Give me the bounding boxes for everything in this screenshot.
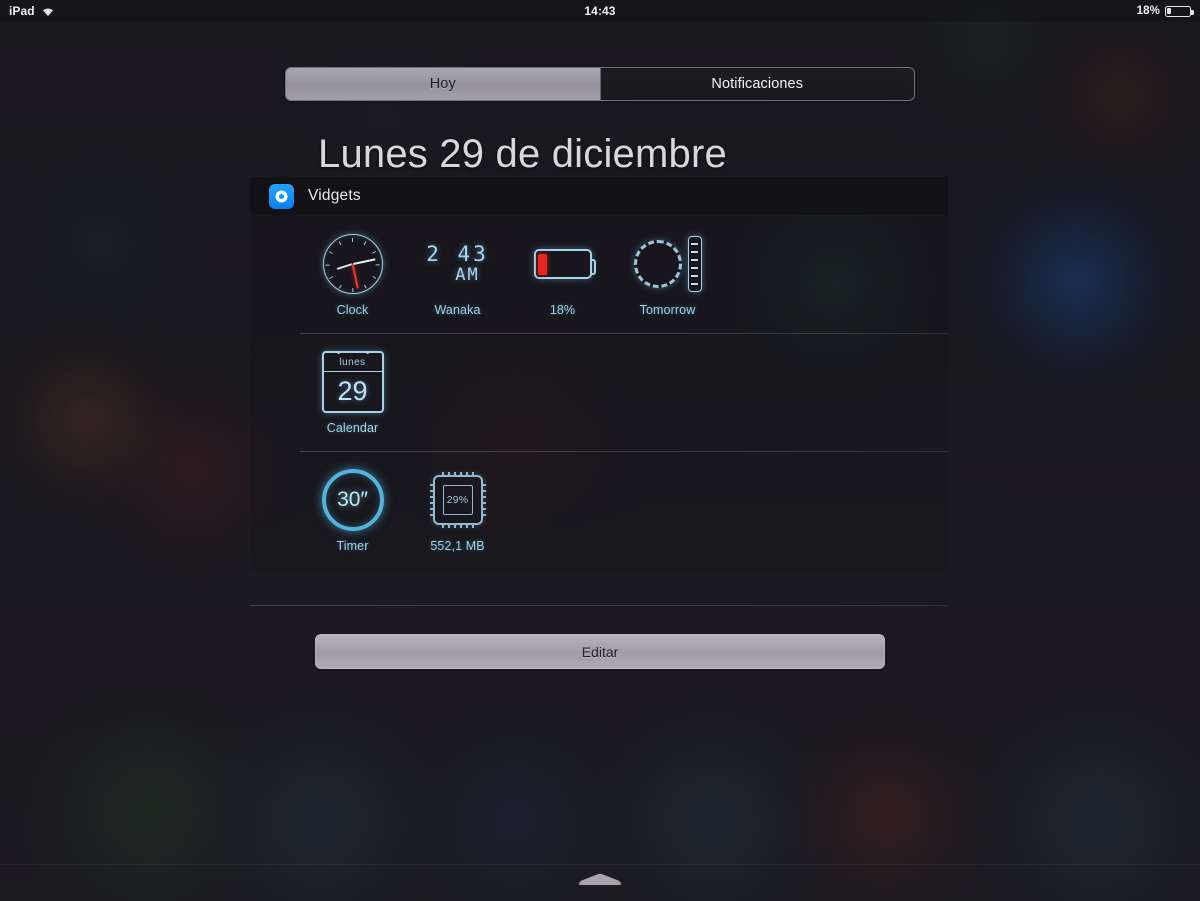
widget-label-tomorrow: Tomorrow — [639, 303, 696, 317]
widget-label-battery: 18% — [549, 303, 576, 317]
calendar-day-number: 29 — [337, 376, 368, 406]
wifi-icon — [41, 6, 55, 17]
battery-outline — [533, 249, 596, 279]
widget-label-timer: Timer — [336, 539, 369, 553]
chip-body: 29% — [429, 472, 486, 528]
battery-level-fill — [538, 253, 547, 275]
wanaka-time: 2 43 — [426, 242, 489, 267]
date-heading: Lunes 29 de diciembre — [318, 132, 727, 176]
digital-clock-icon: 2 43 AM — [426, 233, 489, 295]
chip-pins-left — [429, 484, 434, 516]
status-bar-clock: 14:43 — [584, 4, 616, 18]
ios-notification-center-screen: iPad 14:43 18% Hoy Notificaciones Lunes … — [0, 0, 1200, 901]
widget-tomorrow[interactable]: Tomorrow — [615, 233, 720, 317]
clock-face — [322, 234, 383, 294]
widget-battery[interactable]: 18% — [510, 233, 615, 317]
widget-memory[interactable]: 29% 552,1 MB — [405, 469, 510, 553]
widget-row: lunes 29 Calendar — [250, 333, 948, 451]
battery-percent-label: 18% — [1136, 5, 1160, 17]
vidgets-header[interactable]: Vidgets — [250, 177, 948, 215]
widget-label-clock: Clock — [336, 303, 369, 317]
battery-icon — [1165, 5, 1194, 17]
widget-timer[interactable]: 30″ Timer — [300, 469, 405, 553]
timer-ring: 30″ — [321, 469, 384, 531]
calendar-icon: lunes 29 — [321, 351, 384, 413]
status-bar-left: iPad — [9, 4, 55, 18]
chip-pins-bottom — [441, 524, 474, 528]
clock-hour-hand — [336, 262, 353, 270]
vidgets-app-icon — [269, 183, 294, 209]
chip-icon: 29% — [429, 469, 486, 531]
chip-pins-right — [481, 484, 486, 516]
widget-label-wanaka: Wanaka — [434, 303, 481, 317]
clock-minute-hand — [352, 258, 376, 265]
segmented-control[interactable]: Hoy Notificaciones — [285, 67, 915, 101]
device-label: iPad — [9, 4, 35, 18]
edit-button[interactable]: Editar — [315, 634, 885, 669]
widget-row: 30″ Timer 29% 552,1 MB — [250, 451, 948, 569]
widget-panel: Clock 2 43 AM Wanaka 18% Tomorrow lunes … — [250, 215, 948, 571]
widget-calendar[interactable]: lunes 29 Calendar — [300, 351, 405, 435]
status-bar: iPad 14:43 18% — [0, 0, 1200, 22]
dashed-circle-icon — [633, 240, 682, 288]
grabber-handle[interactable] — [577, 872, 623, 886]
panel-bottom-separator — [250, 605, 948, 606]
chip-pins-top — [441, 472, 474, 476]
widget-label-calendar: Calendar — [326, 421, 379, 435]
calendar-page: lunes 29 — [321, 351, 384, 413]
weather-icon — [633, 233, 702, 295]
timer-icon: 30″ — [321, 469, 384, 531]
wanaka-ampm: AM — [455, 265, 480, 286]
chip-percent: 29% — [442, 485, 473, 515]
calendar-weekday: lunes — [323, 353, 382, 372]
widget-wanaka[interactable]: 2 43 AM Wanaka — [405, 233, 510, 317]
widget-label-memory: 552,1 MB — [430, 539, 485, 553]
battery-icon — [533, 233, 596, 295]
clock-second-hand — [351, 263, 359, 289]
battery-fill — [1167, 7, 1172, 15]
analog-clock-icon — [322, 233, 383, 295]
tab-notificaciones[interactable]: Notificaciones — [599, 68, 914, 100]
widget-clock[interactable]: Clock — [300, 233, 405, 317]
thermometer-icon — [687, 236, 702, 292]
status-bar-right: 18% — [1136, 5, 1194, 17]
tab-hoy[interactable]: Hoy — [286, 68, 600, 100]
digital-clock-readout: 2 43 AM — [426, 243, 489, 285]
vidgets-title: Vidgets — [308, 187, 361, 204]
widget-row: Clock 2 43 AM Wanaka 18% Tomorrow — [250, 215, 948, 333]
